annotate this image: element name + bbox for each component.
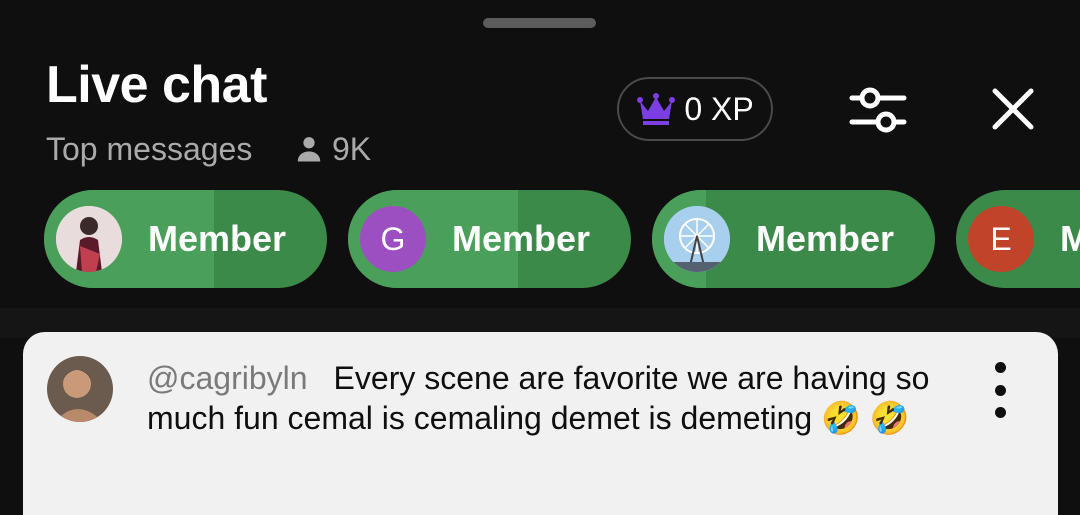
member-chip[interactable]: Member xyxy=(44,190,327,288)
more-vertical-icon-dot xyxy=(994,384,1006,396)
crown-icon xyxy=(637,93,676,125)
live-chat-panel: Live chat Top messages 9K 0 XP Member G … xyxy=(0,0,1080,515)
filter-sliders-icon xyxy=(849,87,907,133)
chip-label: Member xyxy=(148,218,287,259)
page-title: Live chat xyxy=(46,56,267,114)
chip-label: Member xyxy=(452,218,591,259)
member-chip[interactable]: E M xyxy=(956,190,1080,288)
avatar: G xyxy=(360,206,426,272)
chip-label: Member xyxy=(756,218,895,259)
viewer-count-value: 9K xyxy=(332,130,372,167)
user-photo-icon xyxy=(56,206,122,272)
avatar: E xyxy=(968,206,1034,272)
close-button[interactable] xyxy=(986,82,1040,136)
more-options-button[interactable] xyxy=(985,362,1015,418)
avatar xyxy=(664,206,730,272)
drag-handle[interactable] xyxy=(483,18,596,28)
message-author[interactable]: @cagribyln xyxy=(147,360,308,396)
xp-label: 0 XP xyxy=(684,90,754,127)
more-vertical-icon-dot xyxy=(994,407,1006,418)
avatar xyxy=(56,206,122,272)
close-icon xyxy=(992,88,1034,130)
ferris-wheel-icon xyxy=(664,206,730,272)
chip-label: M xyxy=(1060,218,1080,259)
message-body: @cagribyln Every scene are favorite we ar… xyxy=(147,358,947,438)
user-photo-icon xyxy=(47,356,113,422)
more-vertical-icon xyxy=(994,362,1006,373)
person-icon xyxy=(297,137,321,162)
member-chips-row: Member G Member Member E M xyxy=(0,190,1080,288)
member-chip[interactable]: Member xyxy=(652,190,935,288)
xp-button[interactable]: 0 XP xyxy=(617,77,773,141)
viewer-count: 9K xyxy=(294,130,371,168)
pinned-message-card[interactable]: @cagribyln Every scene are favorite we ar… xyxy=(23,332,1058,515)
avatar[interactable] xyxy=(47,356,113,422)
member-chip[interactable]: G Member xyxy=(348,190,631,288)
chat-mode-selector[interactable]: Top messages xyxy=(46,130,252,168)
filter-button[interactable] xyxy=(846,82,910,138)
